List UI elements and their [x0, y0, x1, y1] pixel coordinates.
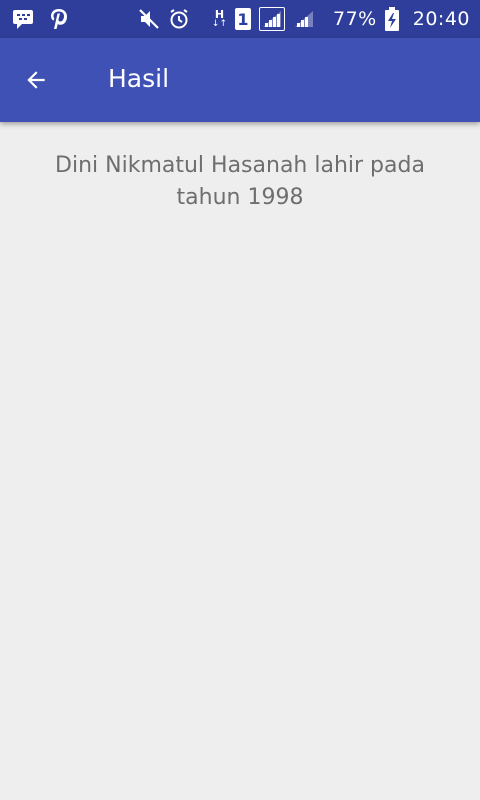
page-title: Hasil [108, 64, 170, 93]
signal-icon [259, 7, 285, 31]
battery-percent: 77% [333, 8, 377, 30]
signal-icon [293, 9, 315, 29]
alarm-icon [168, 8, 190, 30]
status-bar-notifications [12, 7, 70, 31]
clock: 20:40 [412, 8, 470, 30]
battery-charging-icon [384, 7, 399, 31]
result-text: Dini Nikmatul Hasanah lahir pada tahun 1… [55, 153, 425, 210]
network-h-icon: H ↓↑ [211, 8, 227, 29]
back-button[interactable] [14, 58, 58, 102]
bbm-icon [12, 8, 34, 30]
status-bar: H ↓↑ 1 77% 20:40 [0, 0, 480, 38]
app-bar: Hasil [0, 38, 480, 122]
sim-slot-label: 1 [237, 9, 249, 29]
content-area: Dini Nikmatul Hasanah lahir pada tahun 1… [0, 122, 480, 800]
arrow-back-icon [23, 67, 49, 93]
status-bar-system: H ↓↑ 1 77% 20:40 [138, 6, 470, 32]
mute-icon [138, 8, 160, 30]
pinterest-icon [48, 7, 70, 31]
sim-1-icon: 1 [235, 8, 251, 30]
